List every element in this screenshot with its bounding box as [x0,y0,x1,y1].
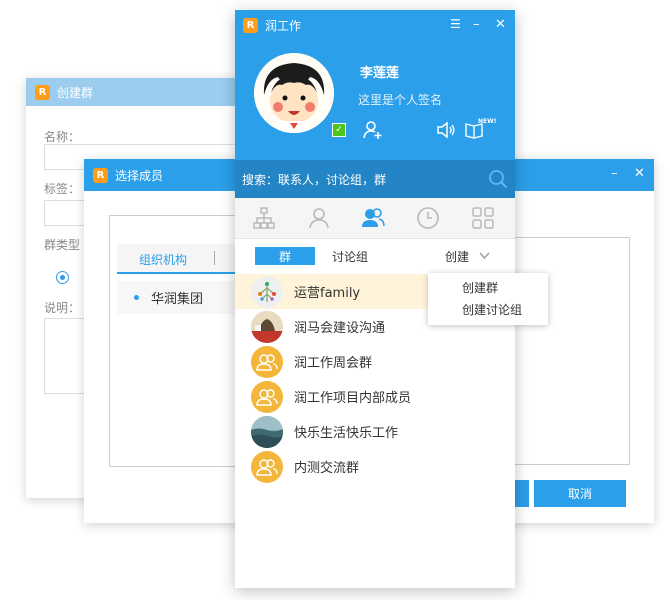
org-structure-icon[interactable] [252,206,276,230]
main-window: R 润工作 ☰ – ✕ ✓ 李莲莲 这里是个人签名 NEW! 搜索：联系人，讨论… [235,10,548,588]
group-avatar [251,450,283,483]
tab-divider [214,251,215,265]
subtab-group[interactable]: 群 [255,247,315,265]
app-logo-icon: R [35,84,50,100]
avatar-cartoon-icon [254,53,334,133]
list-item[interactable]: 润工作周会群 [235,344,515,379]
contact-icon[interactable] [307,206,331,230]
minimize-icon[interactable]: – [473,17,480,32]
history-clock-icon[interactable] [416,206,440,230]
subtab-discussion[interactable]: 讨论组 [325,247,375,265]
group-name: 润工作周会群 [294,356,373,371]
search-bar[interactable]: 搜索：联系人，讨论组，群 [235,160,515,198]
create-dropdown-button[interactable]: 创建 [442,247,472,265]
user-name: 李莲莲 [360,66,400,81]
group-icon[interactable] [361,206,385,230]
list-item[interactable]: 润工作项目内部成员 [235,379,515,414]
main-title: 润工作 [265,18,302,33]
menu-item-create-group[interactable]: 创建群 [428,276,548,298]
tab-org[interactable]: 组织机构 [139,251,187,268]
search-input[interactable]: 搜索：联系人，讨论组，群 [242,171,386,188]
cancel-button[interactable]: 取消 [534,480,626,507]
user-signature[interactable]: 这里是个人签名 [358,91,442,108]
landscape-photo-icon [251,415,283,448]
group-name: 润马会建设沟通 [294,321,386,336]
description-label: 说明： [44,301,81,315]
group-subtabs: 群 讨论组 创建 [235,240,515,272]
group-avatar [251,275,283,308]
group-name: 运营family [294,286,361,301]
app-logo-icon: R [93,167,108,183]
app-logo-icon: R [243,17,258,33]
user-avatar[interactable] [254,53,334,133]
create-menu: 创建群 创建讨论组 [428,273,548,325]
group-avatar [251,310,283,343]
menu-item-create-discussion[interactable]: 创建讨论组 [428,298,548,320]
group-avatar [251,380,283,413]
create-group-title: 创建群 [57,85,94,100]
select-members-title: 选择成员 [115,168,164,183]
group-name: 润工作项目内部成员 [294,391,412,406]
org-tree-item[interactable]: 华润集团 [117,281,235,314]
menu-icon[interactable]: ☰ [450,17,461,31]
name-label: 名称： [44,130,81,144]
list-item[interactable]: 内测交流群 [235,449,515,484]
tree-avatar-icon [251,275,283,308]
group-avatar [251,345,283,378]
speaker-icon[interactable] [436,121,456,139]
tree-bullet-icon [134,295,139,300]
search-icon[interactable] [488,169,508,189]
list-item[interactable]: 快乐生活快乐工作 [235,414,515,449]
group-type-radio[interactable] [56,271,69,284]
group-people-icon [256,353,278,371]
apps-grid-icon[interactable] [471,206,495,230]
main-nav-tabs [235,198,515,239]
minimize-icon[interactable]: – [611,166,618,181]
tag-label: 标签： [44,182,81,196]
group-name: 快乐生活快乐工作 [294,426,399,441]
profile-header: R 润工作 ☰ – ✕ ✓ 李莲莲 这里是个人签名 NEW! [235,10,515,160]
new-badge: NEW! [478,118,497,125]
add-contact-icon[interactable] [363,120,383,140]
horse-photo-icon [251,310,283,343]
group-people-icon [256,458,278,476]
group-people-icon [256,388,278,406]
selected-panel [514,237,630,465]
online-status-icon: ✓ [332,123,346,137]
org-item-label: 华润集团 [151,292,204,307]
group-name: 内测交流群 [294,461,360,476]
close-icon[interactable]: ✕ [634,166,645,181]
group-type-label: 群类型 [44,238,81,252]
group-avatar [251,415,283,448]
chevron-down-icon[interactable] [479,252,490,260]
close-icon[interactable]: ✕ [495,17,506,32]
